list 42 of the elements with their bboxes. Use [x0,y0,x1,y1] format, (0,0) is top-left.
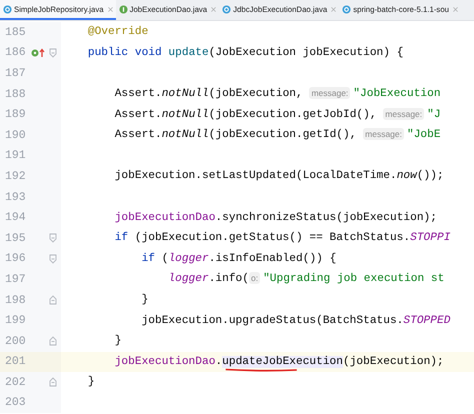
line-number: 198 [4,294,27,307]
code-line: jobExecution.setLastUpdated(LocalDateTime.now()); [114,170,444,182]
line-number: 188 [4,88,27,101]
line-number: 201 [4,355,27,368]
close-icon [453,6,458,12]
line-number: 190 [4,128,27,142]
code-line: } [140,294,148,306]
line-number: 186 [4,46,27,60]
class-icon [342,4,352,14]
interface-icon [118,4,128,14]
line-number: 196 [4,252,27,266]
line-number: 194 [4,211,27,224]
code-line: if (logger.isInfoEnabled()) { [140,252,336,265]
line-number: 203 [4,396,27,410]
code-line: } [86,376,95,388]
code-line: public void update(JobExecution jobExecution) { [86,46,404,59]
code-line: jobExecutionDao.updateJobExecution(jobExecution); [114,356,444,368]
code-line: logger.info( o: "Upgrading job execution st [167,273,444,286]
close-icon [108,6,113,12]
code-line: jobExecutionDao.synchronizeStatus(jobExecution); [114,212,437,224]
code-line: if (jobExecution.getStatus() == BatchStatus.STOPPI [114,232,450,244]
line-number: 192 [4,170,27,183]
code-line: Assert.notNull(jobExecution.getId(), message: "JobE [114,129,441,142]
line-number: 199 [4,314,27,328]
code-line: } [114,335,122,348]
line-number: 193 [4,190,27,204]
line-number: 187 [4,66,27,80]
line-number: 197 [4,272,27,286]
code-line: Assert.notNull(jobExecution.getJobId(), message: "J [114,108,441,121]
close-icon [331,6,336,12]
line-number: 200 [4,334,27,348]
line-number: 195 [4,232,27,245]
line-number: 202 [4,376,27,389]
code-line: Assert.notNull(jobExecution, message: "JobExecution [114,88,441,100]
code-line: @Override [86,26,148,38]
code-line: jobExecution.upgradeStatus(BatchStatus.STOPPED [140,314,450,327]
line-number: 185 [4,26,27,39]
class-icon [222,4,232,14]
close-icon [211,6,216,12]
line-number: 191 [4,149,27,162]
line-number: 189 [4,108,27,122]
class-icon [3,4,12,14]
